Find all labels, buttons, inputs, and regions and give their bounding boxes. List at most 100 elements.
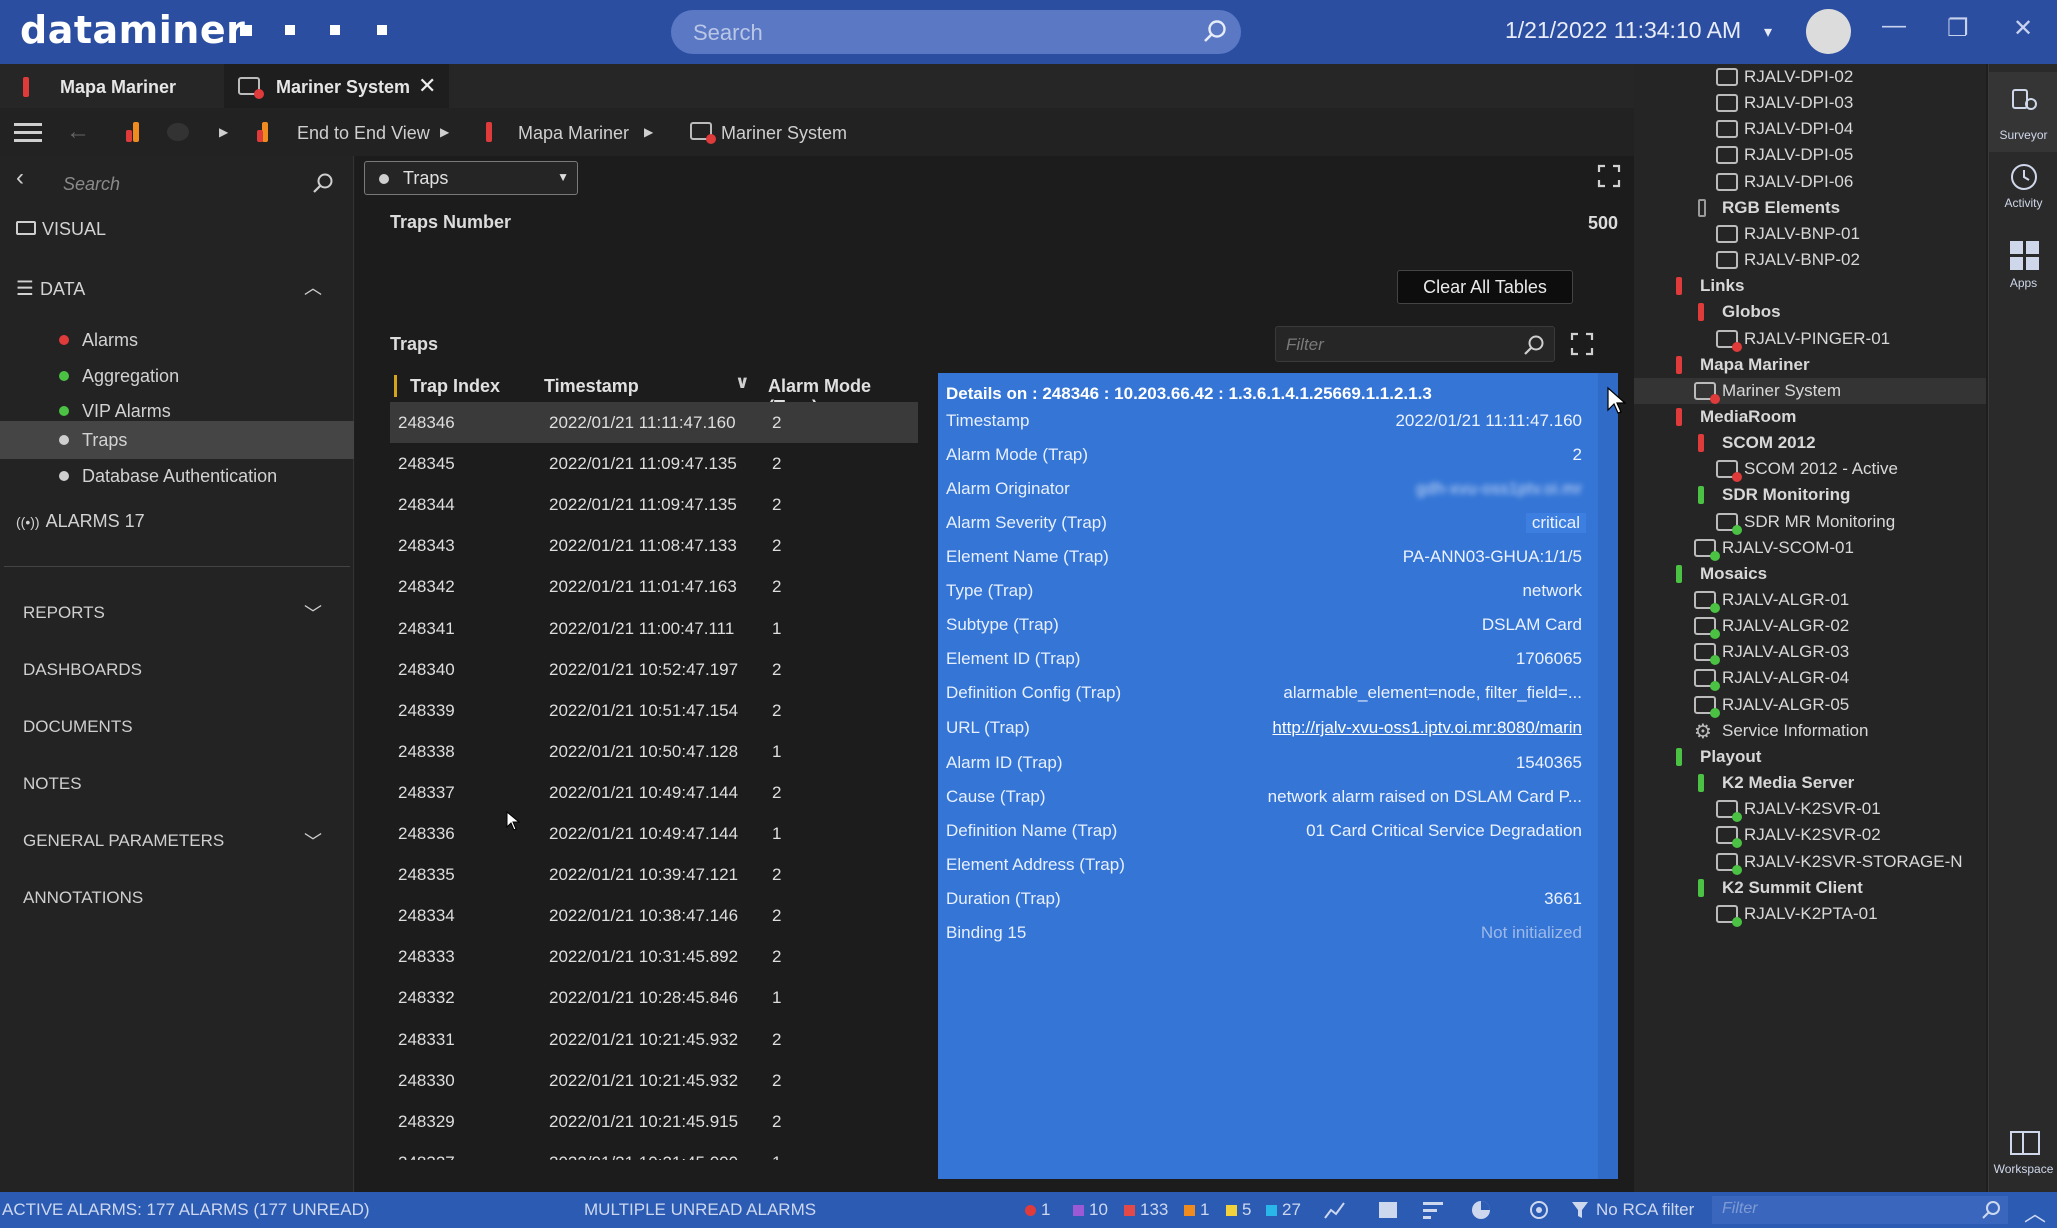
pie-chart-icon[interactable] xyxy=(1470,1199,1492,1221)
alarm-filter-input[interactable]: Filter xyxy=(1712,1196,2008,1224)
apps-button[interactable]: Apps xyxy=(1989,234,2057,314)
alarm-count[interactable]: 27 xyxy=(1266,1200,1301,1220)
alarm-count[interactable]: 1 xyxy=(1025,1200,1050,1220)
minimize-icon[interactable]: — xyxy=(1882,12,1906,40)
alarm-count[interactable]: 1 xyxy=(1184,1200,1209,1220)
back-arrow-icon[interactable]: ← xyxy=(66,118,90,146)
chevron-up-icon[interactable]: ︿ xyxy=(304,274,322,300)
table-row[interactable]: 248336 2022/01/21 10:49:47.144 1 xyxy=(390,813,918,854)
detail-value[interactable]: http://rjalv-xvu-oss1.iptv.oi.mr:8080/ma… xyxy=(1272,718,1582,738)
table-row[interactable]: 248341 2022/01/21 11:00:47.111 1 xyxy=(390,608,918,649)
nav-visual[interactable]: VISUAL xyxy=(16,219,106,240)
tree-node[interactable]: Globos xyxy=(1634,299,1986,325)
table-row[interactable]: 248344 2022/01/21 11:09:47.135 2 xyxy=(390,484,918,525)
chevron-down-icon[interactable]: ﹀ xyxy=(304,828,322,854)
tree-node[interactable]: RJALV-K2SVR-02 xyxy=(1634,822,1986,849)
clear-all-tables-button[interactable]: Clear All Tables xyxy=(1397,270,1573,304)
view-icon-1[interactable] xyxy=(240,25,252,36)
tree-node[interactable]: RJALV-ALGR-02 xyxy=(1634,613,1986,640)
tree-node[interactable]: RJALV-ALGR-04 xyxy=(1634,665,1986,692)
column-header-trap-index[interactable]: Trap Index xyxy=(410,376,500,397)
trend-chart-icon[interactable] xyxy=(1324,1200,1346,1220)
nav-documents[interactable]: DOCUMENTS xyxy=(23,717,133,737)
nav-alarms[interactable]: ((•)) ALARMS 17 xyxy=(16,511,145,532)
table-row[interactable]: 248338 2022/01/21 10:50:47.128 1 xyxy=(390,731,918,772)
view-icon-2[interactable] xyxy=(285,25,295,35)
tree-node[interactable]: RGB Elements xyxy=(1634,195,1986,221)
close-icon[interactable]: ✕ xyxy=(418,73,436,99)
alarm-count[interactable]: 133 xyxy=(1124,1200,1168,1220)
tree-node[interactable]: SDR MR Monitoring xyxy=(1634,509,1986,535)
table-fullscreen-icon[interactable] xyxy=(1570,332,1594,356)
view-icon-4[interactable] xyxy=(377,25,387,35)
alarm-count[interactable]: 5 xyxy=(1226,1200,1251,1220)
breadcrumb-mariner-system[interactable]: Mariner System xyxy=(721,123,847,144)
tree-node[interactable]: RJALV-SCOM-01 xyxy=(1634,535,1986,561)
table-row[interactable]: 248327 2022/01/21 10:21:45.000 1 xyxy=(390,1142,918,1160)
details-scrollbar[interactable] xyxy=(1598,373,1618,1179)
nav-data[interactable]: ☰ DATA xyxy=(16,276,85,301)
tree-node[interactable]: SCOM 2012 xyxy=(1634,430,1986,456)
tree-node[interactable]: RJALV-ALGR-05 xyxy=(1634,692,1986,718)
tree-node[interactable]: RJALV-DPI-04 xyxy=(1634,116,1986,142)
tree-node[interactable]: RJALV-ALGR-01 xyxy=(1634,587,1986,613)
tree-node[interactable]: Mosaics xyxy=(1634,561,1986,587)
tree-node[interactable]: RJALV-BNP-01 xyxy=(1634,221,1986,247)
nav-annotations[interactable]: ANNOTATIONS xyxy=(23,888,143,908)
activity-button[interactable]: Activity xyxy=(1989,154,2057,234)
sort-bars-icon[interactable] xyxy=(1423,1200,1445,1220)
tree-node[interactable]: RJALV-K2SVR-STORAGE-N xyxy=(1634,849,1986,875)
table-row[interactable]: 248335 2022/01/21 10:39:47.121 2 xyxy=(390,854,918,895)
alarm-count[interactable]: 10 xyxy=(1073,1200,1108,1220)
tree-node[interactable]: RJALV-DPI-06 xyxy=(1634,169,1986,195)
tree-node[interactable]: RJALV-K2PTA-01 xyxy=(1634,901,1986,927)
search-icon[interactable] xyxy=(1522,333,1546,357)
chevron-down-icon[interactable]: ﹀ xyxy=(304,600,322,626)
focus-icon[interactable] xyxy=(1528,1199,1550,1221)
table-row[interactable]: 248339 2022/01/21 10:51:47.154 2 xyxy=(390,690,918,731)
table-row[interactable]: 248334 2022/01/21 10:38:47.146 2 xyxy=(390,895,918,936)
nav-item-database-authentication[interactable]: Database Authentication xyxy=(0,458,354,494)
rca-filter-text[interactable]: No RCA filter xyxy=(1596,1200,1694,1220)
fullscreen-icon[interactable] xyxy=(1597,164,1621,188)
tree-node[interactable]: Mariner System xyxy=(1634,377,1986,404)
tree-node[interactable]: SDR Monitoring xyxy=(1634,482,1986,508)
tree-node[interactable]: Links xyxy=(1634,273,1986,299)
tree-node[interactable]: Mapa Mariner xyxy=(1634,352,1986,378)
view-icon-3[interactable] xyxy=(330,25,340,35)
tree-node[interactable]: K2 Media Server xyxy=(1634,770,1986,796)
tree-node[interactable]: SCOM 2012 - Active xyxy=(1634,456,1986,483)
breadcrumb-mapa-mariner[interactable]: Mapa Mariner xyxy=(518,123,629,144)
table-row[interactable]: 248331 2022/01/21 10:21:45.932 2 xyxy=(390,1019,918,1060)
table-row[interactable]: 248340 2022/01/21 10:52:47.197 2 xyxy=(390,649,918,690)
collapse-nav-icon[interactable]: ‹ xyxy=(16,164,24,192)
table-row[interactable]: 248337 2022/01/21 10:49:47.144 2 xyxy=(390,772,918,813)
sort-desc-icon[interactable]: ∨ xyxy=(735,372,750,393)
nav-dashboards[interactable]: DASHBOARDS xyxy=(23,660,142,680)
nav-item-traps[interactable]: Traps xyxy=(0,421,354,459)
tab-mapa-mariner[interactable]: Mapa Mariner xyxy=(0,64,222,108)
nav-reports[interactable]: REPORTS xyxy=(23,603,105,623)
restore-icon[interactable]: ❐ xyxy=(1947,14,1969,43)
global-search-input[interactable]: Search xyxy=(671,10,1241,54)
search-icon[interactable] xyxy=(1201,18,1229,46)
tree-node[interactable]: RJALV-PINGER-01 xyxy=(1634,326,1986,352)
table-row[interactable]: 248346 2022/01/21 11:11:47.160 2 xyxy=(390,402,918,443)
tree-node[interactable]: ⚙ Service Information xyxy=(1634,718,1986,744)
search-icon[interactable] xyxy=(1980,1199,2002,1221)
surveyor-button[interactable]: Surveyor xyxy=(1989,72,2057,152)
expand-up-icon[interactable]: ︿ xyxy=(2024,1196,2046,1228)
table-row[interactable]: 248343 2022/01/21 11:08:47.133 2 xyxy=(390,525,918,566)
table-row[interactable]: 248330 2022/01/21 10:21:45.932 2 xyxy=(390,1060,918,1101)
tree-node[interactable]: K2 Summit Client xyxy=(1634,875,1986,901)
clock-dropdown-icon[interactable]: ▾ xyxy=(1764,22,1772,42)
active-alarms-text[interactable]: ACTIVE ALARMS: 177 ALARMS (177 UNREAD) xyxy=(2,1200,370,1220)
tree-node[interactable]: MediaRoom xyxy=(1634,404,1986,430)
table-row[interactable]: 248342 2022/01/21 11:01:47.163 2 xyxy=(390,566,918,607)
table-row[interactable]: 248329 2022/01/21 10:21:45.915 2 xyxy=(390,1101,918,1142)
list-view-icon[interactable] xyxy=(1378,1201,1398,1219)
nav-notes[interactable]: NOTES xyxy=(23,774,82,794)
tree-node[interactable]: RJALV-ALGR-03 xyxy=(1634,639,1986,666)
table-filter-input[interactable]: Filter xyxy=(1275,326,1555,362)
tree-node[interactable]: RJALV-K2SVR-01 xyxy=(1634,796,1986,823)
